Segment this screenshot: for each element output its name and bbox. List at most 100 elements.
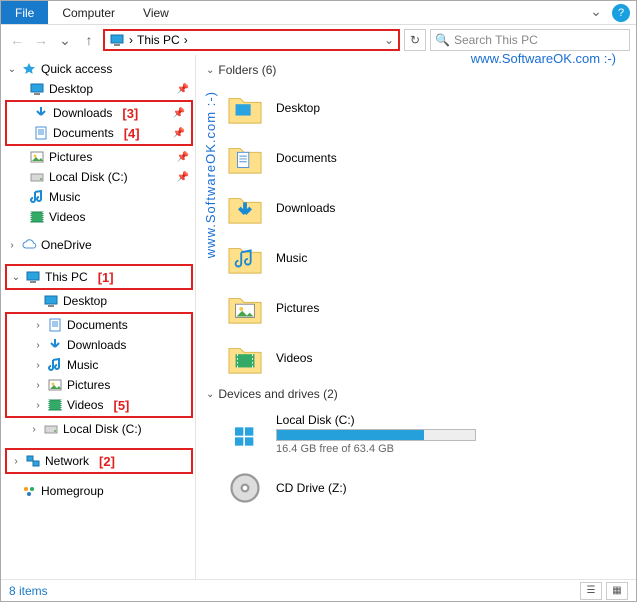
sidebar-item-music[interactable]: Music bbox=[3, 187, 195, 207]
drive-icon bbox=[43, 421, 59, 437]
star-icon bbox=[21, 61, 37, 77]
help-icon[interactable]: ? bbox=[612, 4, 630, 22]
folder-label: Videos bbox=[276, 351, 312, 365]
breadcrumb-location[interactable]: This PC bbox=[137, 33, 180, 47]
sidebar-item-downloads[interactable]: Downloads [3] 📌 bbox=[7, 103, 191, 123]
chevron-right-icon[interactable]: › bbox=[33, 380, 43, 391]
ribbon: File Computer View ⌄ ? bbox=[1, 1, 636, 25]
downloads-icon bbox=[33, 105, 49, 121]
address-bar[interactable]: › This PC › ⌄ bbox=[103, 29, 400, 51]
folder-label: Downloads bbox=[276, 201, 335, 215]
folder-documents[interactable]: Documents bbox=[224, 133, 626, 183]
windows-drive-icon bbox=[224, 413, 266, 455]
sidebar-onedrive[interactable]: › OneDrive bbox=[3, 235, 195, 255]
sidebar-item-label: Desktop bbox=[63, 294, 107, 308]
drive-free-text: 16.4 GB free of 63.4 GB bbox=[276, 443, 476, 455]
status-item-count: 8 items bbox=[9, 584, 48, 598]
folder-icon bbox=[224, 287, 266, 329]
homegroup-icon bbox=[21, 483, 37, 499]
annotation-5: [5] bbox=[113, 398, 129, 413]
recent-dropdown[interactable]: ⌄ bbox=[55, 30, 75, 50]
chevron-down-icon[interactable]: ⌄ bbox=[7, 64, 17, 75]
chevron-down-icon[interactable]: ⌄ bbox=[11, 272, 21, 283]
back-button[interactable]: ← bbox=[7, 30, 27, 50]
sidebar-homegroup[interactable]: › Homegroup bbox=[3, 481, 195, 501]
folder-videos[interactable]: Videos bbox=[224, 333, 626, 383]
drive-cd[interactable]: CD Drive (Z:) bbox=[224, 461, 626, 515]
chevron-right-icon[interactable]: › bbox=[11, 456, 21, 467]
annotation-3: [3] bbox=[122, 106, 138, 121]
sidebar-pc-desktop[interactable]: › Desktop bbox=[3, 291, 195, 311]
chevron-right-icon[interactable]: › bbox=[33, 360, 43, 371]
pin-icon: 📌 bbox=[177, 84, 189, 95]
sidebar-pc-music[interactable]: › Music bbox=[7, 355, 191, 375]
cloud-icon bbox=[21, 237, 37, 253]
search-input[interactable]: 🔍 Search This PC bbox=[430, 29, 630, 51]
sidebar-item-label: Documents bbox=[53, 126, 114, 140]
chevron-right-icon[interactable]: › bbox=[33, 400, 43, 411]
ribbon-expand-chevron[interactable]: ⌄ bbox=[586, 1, 606, 21]
tiles-view-button[interactable]: ▦ bbox=[606, 582, 628, 600]
up-button[interactable]: ↑ bbox=[79, 30, 99, 50]
sidebar-pc-documents[interactable]: › Documents bbox=[7, 315, 191, 335]
sidebar-item-label: Downloads bbox=[67, 338, 126, 352]
videos-icon bbox=[29, 209, 45, 225]
folder-icon bbox=[224, 237, 266, 279]
pictures-icon bbox=[29, 149, 45, 165]
sidebar-item-local-disk[interactable]: Local Disk (C:) 📌 bbox=[3, 167, 195, 187]
sidebar-pc-videos[interactable]: › Videos [5] bbox=[7, 395, 191, 415]
address-dropdown-icon[interactable]: ⌄ bbox=[384, 33, 394, 47]
folder-desktop[interactable]: Desktop bbox=[224, 83, 626, 133]
annotation-1: [1] bbox=[98, 270, 114, 285]
folder-pictures[interactable]: Pictures bbox=[224, 283, 626, 333]
drive-usage-bar bbox=[276, 429, 476, 441]
folder-downloads[interactable]: Downloads bbox=[224, 183, 626, 233]
pin-icon: 📌 bbox=[177, 152, 189, 163]
refresh-button[interactable]: ↻ bbox=[404, 29, 426, 51]
sidebar-quick-access[interactable]: ⌄ Quick access bbox=[3, 59, 195, 79]
chevron-right-icon[interactable]: › bbox=[33, 320, 43, 331]
network-icon bbox=[25, 453, 41, 469]
sidebar-item-pictures[interactable]: Pictures 📌 bbox=[3, 147, 195, 167]
drive-local-disk[interactable]: Local Disk (C:) 16.4 GB free of 63.4 GB bbox=[224, 407, 626, 461]
this-pc-icon bbox=[109, 32, 125, 48]
sidebar-this-pc[interactable]: ⌄ This PC [1] bbox=[7, 267, 191, 287]
documents-icon bbox=[33, 125, 49, 141]
drive-label: CD Drive (Z:) bbox=[276, 481, 347, 495]
tab-computer[interactable]: Computer bbox=[48, 1, 129, 24]
drives-section-header[interactable]: ⌄ Devices and drives (2) bbox=[206, 387, 626, 401]
tab-view[interactable]: View bbox=[129, 1, 183, 24]
drive-icon bbox=[29, 169, 45, 185]
sidebar-pc-downloads[interactable]: › Downloads bbox=[7, 335, 191, 355]
details-view-button[interactable]: ☰ bbox=[580, 582, 602, 600]
sidebar-network[interactable]: › Network [2] bbox=[7, 451, 191, 471]
tab-file[interactable]: File bbox=[1, 1, 48, 24]
chevron-right-icon[interactable]: › bbox=[33, 340, 43, 351]
pin-icon: 📌 bbox=[173, 128, 185, 139]
documents-icon bbox=[47, 317, 63, 333]
chevron-down-icon: ⌄ bbox=[206, 65, 214, 76]
this-pc-icon bbox=[25, 269, 41, 285]
sidebar-item-label: Local Disk (C:) bbox=[63, 422, 142, 436]
breadcrumb-sep: › bbox=[129, 33, 133, 47]
folder-music[interactable]: Music bbox=[224, 233, 626, 283]
sidebar-pc-local-disk[interactable]: › Local Disk (C:) bbox=[3, 419, 195, 439]
status-bar: 8 items ☰ ▦ bbox=[1, 579, 636, 601]
forward-button[interactable]: → bbox=[31, 30, 51, 50]
sidebar-item-documents[interactable]: Documents [4] 📌 bbox=[7, 123, 191, 143]
cd-drive-icon bbox=[224, 467, 266, 509]
sidebar-item-desktop[interactable]: Desktop 📌 bbox=[3, 79, 195, 99]
folders-section-header[interactable]: ⌄ Folders (6) bbox=[206, 63, 626, 77]
drives-head-label: Devices and drives (2) bbox=[218, 387, 337, 401]
breadcrumb-sep2: › bbox=[184, 33, 188, 47]
chevron-right-icon[interactable]: › bbox=[7, 240, 17, 251]
nav-sidebar: ⌄ Quick access Desktop 📌 Downloads [3] 📌… bbox=[1, 55, 196, 579]
pictures-icon bbox=[47, 377, 63, 393]
quick-access-label: Quick access bbox=[41, 62, 112, 76]
sidebar-pc-pictures[interactable]: › Pictures bbox=[7, 375, 191, 395]
chevron-down-icon: ⌄ bbox=[206, 389, 214, 400]
desktop-icon bbox=[29, 81, 45, 97]
sidebar-item-videos[interactable]: Videos bbox=[3, 207, 195, 227]
videos-icon bbox=[47, 397, 63, 413]
chevron-right-icon[interactable]: › bbox=[29, 424, 39, 435]
